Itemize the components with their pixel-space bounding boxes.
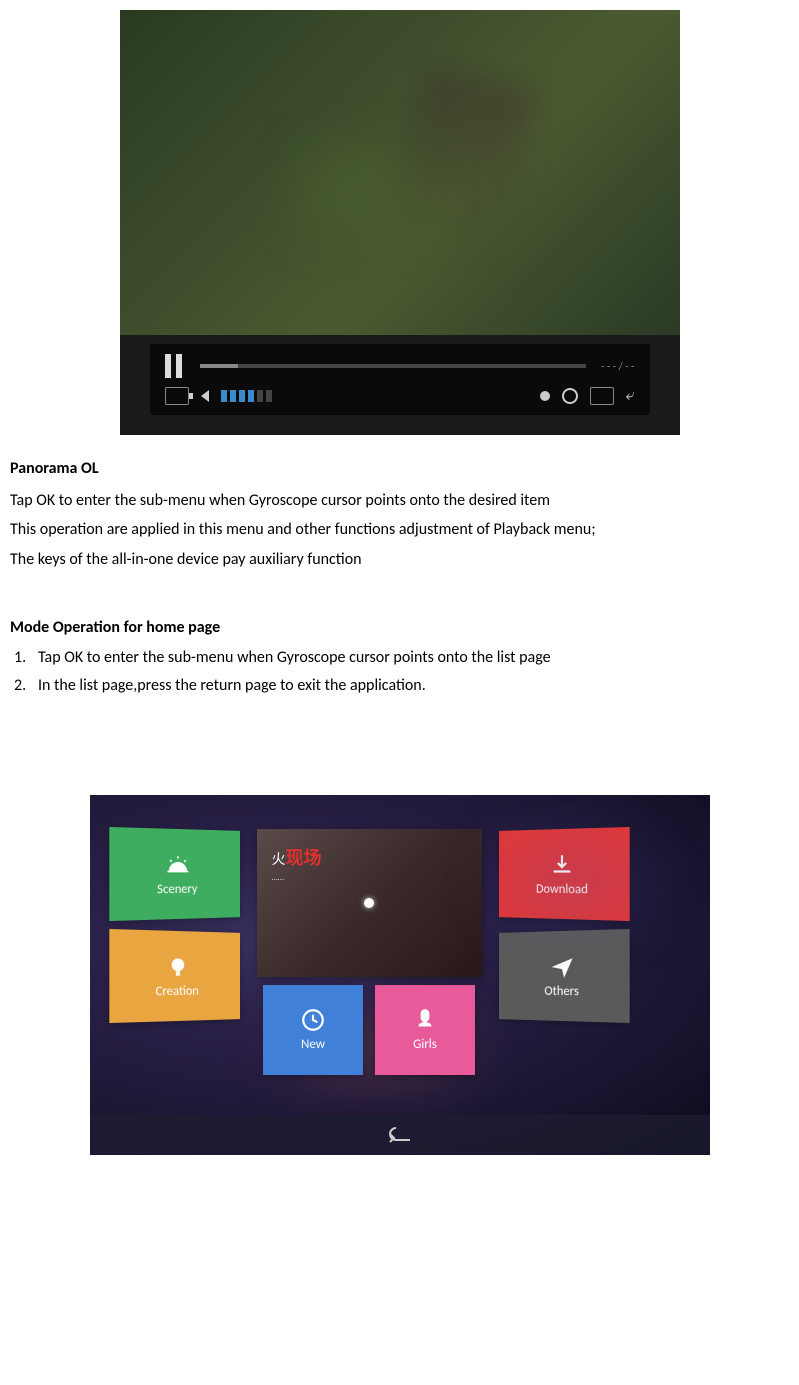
mode-op-heading: Mode Operation for home page	[10, 614, 789, 643]
playback-row: - - - / - -	[165, 354, 635, 378]
tile-new[interactable]: New	[263, 985, 363, 1075]
panorama-line3: The keys of the all-in-one device pay au…	[10, 545, 789, 575]
secondary-controls: ⤶	[165, 386, 635, 405]
center-subtext: ……	[272, 872, 322, 883]
mode-op-item2: In the list page,press the return page t…	[10, 672, 789, 699]
gyro-cursor-icon	[364, 898, 374, 908]
new-icon	[300, 1007, 326, 1033]
subtitle-icon[interactable]	[165, 387, 189, 405]
download-icon	[549, 851, 574, 877]
tile-label: Download	[535, 881, 587, 897]
bottom-bar	[90, 1115, 710, 1155]
tile-label: Girls	[413, 1037, 437, 1052]
pause-icon[interactable]	[165, 354, 185, 378]
time-display: - - - / - -	[601, 360, 635, 373]
video-player: - - - / - - ⤶	[120, 10, 680, 435]
panorama-line1: Tap OK to enter the sub-menu when Gyrosc…	[10, 486, 789, 516]
panorama-line2: This operation are applied in this menu …	[10, 515, 789, 545]
progress-fill	[200, 364, 239, 368]
tile-download[interactable]: Download	[499, 827, 630, 921]
progress-bar[interactable]	[200, 364, 586, 368]
creation-icon	[164, 953, 189, 979]
speaker-icon[interactable]	[201, 390, 209, 402]
tile-label: New	[301, 1037, 325, 1052]
aspect-icon[interactable]	[590, 387, 614, 405]
mode-op-list: Tap OK to enter the sub-menu when Gyrosc…	[10, 644, 789, 698]
home-page-screenshot: Scenery Creation 火现场 ……	[90, 795, 710, 1155]
tile-label: Others	[544, 983, 578, 998]
girls-icon	[412, 1007, 438, 1033]
center-overlay: 火现场 ……	[272, 844, 322, 883]
tile-center-feature[interactable]: 火现场 ……	[257, 829, 482, 977]
return-icon[interactable]: ⤶	[626, 386, 635, 405]
dot-icon[interactable]	[540, 391, 550, 401]
tile-scenery[interactable]: Scenery	[109, 827, 240, 921]
circle-icon[interactable]	[562, 388, 578, 404]
others-icon	[549, 953, 574, 979]
scenery-icon	[164, 851, 189, 877]
volume-bars[interactable]	[221, 390, 272, 402]
return-icon[interactable]	[386, 1126, 414, 1144]
mode-op-item1: Tap OK to enter the sub-menu when Gyrosc…	[10, 644, 789, 671]
tile-label: Scenery	[157, 881, 197, 896]
tiles-container: Scenery Creation 火现场 ……	[110, 829, 690, 1087]
tile-girls[interactable]: Girls	[375, 985, 475, 1075]
player-controls: - - - / - - ⤶	[150, 344, 650, 415]
tile-creation[interactable]: Creation	[109, 929, 240, 1023]
video-player-screenshot: - - - / - - ⤶	[120, 10, 680, 435]
tile-others[interactable]: Others	[499, 929, 630, 1023]
home-page: Scenery Creation 火现场 ……	[90, 795, 710, 1155]
tile-label: Creation	[155, 983, 198, 998]
panorama-heading: Panorama OL	[10, 455, 789, 484]
video-scene-image	[120, 10, 680, 335]
